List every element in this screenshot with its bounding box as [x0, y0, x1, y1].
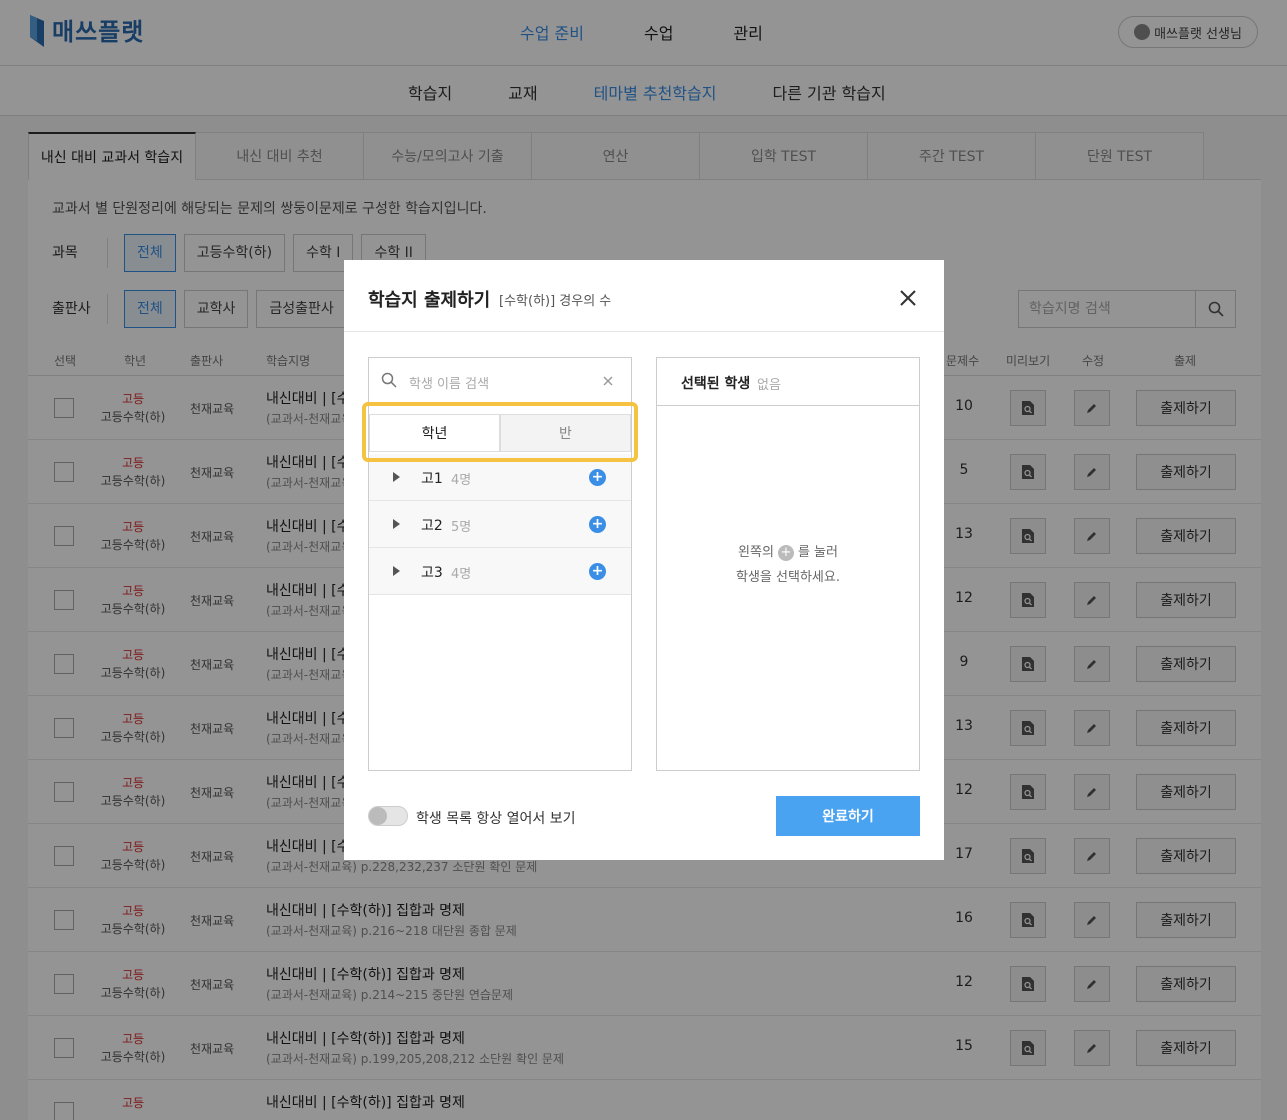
selected-count: 없음	[757, 378, 781, 393]
hint-text-a: 왼쪽의	[738, 545, 774, 560]
assign-modal: 학습지 출제하기 [수학(하)] 경우의 수 학생 이름 검색 학년 반 고1 4명…	[344, 260, 944, 860]
toggle-label: 학생 목록 항상 열어서 보기	[416, 811, 576, 827]
segment-tab[interactable]: 학년	[369, 414, 500, 452]
caret-right-icon[interactable]	[393, 519, 400, 529]
close-icon[interactable]	[896, 286, 920, 310]
caret-right-icon[interactable]	[393, 472, 400, 482]
grade-name: 고2	[421, 518, 443, 534]
grade-name: 고3	[421, 565, 443, 581]
add-grade-icon[interactable]: +	[589, 469, 606, 486]
modal-title: 학습지 출제하기	[368, 290, 491, 311]
done-button[interactable]: 완료하기	[776, 796, 920, 836]
modal-subtitle: [수학(하)] 경우의 수	[499, 294, 612, 309]
hint-text-b: 를 눌러	[797, 545, 838, 560]
student-list-panel: 학생 이름 검색 학년 반 고1 4명 + 고2 5명 + 고3 4명 +	[368, 357, 632, 771]
hint-text-c: 학생을 선택하세요.	[736, 570, 840, 585]
grade-list: 고1 4명 + 고2 5명 + 고3 4명 +	[369, 454, 631, 595]
clear-icon[interactable]	[601, 373, 615, 387]
selected-students-panel: 선택된 학생 없음 왼쪽의 + 를 눌러 학생을 선택하세요.	[656, 357, 920, 771]
segment-tab[interactable]: 반	[500, 414, 631, 452]
caret-right-icon[interactable]	[393, 566, 400, 576]
select-hint: 왼쪽의 + 를 눌러 학생을 선택하세요.	[657, 540, 919, 590]
selected-header: 선택된 학생 없음	[657, 358, 919, 406]
add-grade-icon[interactable]: +	[589, 563, 606, 580]
grade-item[interactable]: 고1 4명 +	[369, 454, 631, 501]
grade-count: 4명	[451, 473, 472, 488]
grade-item[interactable]: 고3 4명 +	[369, 548, 631, 595]
search-icon	[381, 372, 397, 392]
student-search-input[interactable]: 학생 이름 검색	[409, 373, 489, 392]
modal-header: 학습지 출제하기 [수학(하)] 경우의 수	[344, 260, 944, 332]
selected-title: 선택된 학생	[681, 376, 751, 392]
grade-count: 5명	[451, 520, 472, 535]
grade-count: 4명	[451, 567, 472, 582]
add-grade-icon[interactable]: +	[589, 516, 606, 533]
grade-item[interactable]: 고2 5명 +	[369, 501, 631, 548]
grade-name: 고1	[421, 471, 443, 487]
toggle-knob	[369, 807, 387, 825]
list-open-toggle[interactable]	[368, 806, 408, 826]
plus-circle-icon: +	[777, 544, 794, 561]
student-search[interactable]: 학생 이름 검색	[369, 358, 631, 404]
grade-class-segment: 학년 반	[369, 414, 631, 452]
